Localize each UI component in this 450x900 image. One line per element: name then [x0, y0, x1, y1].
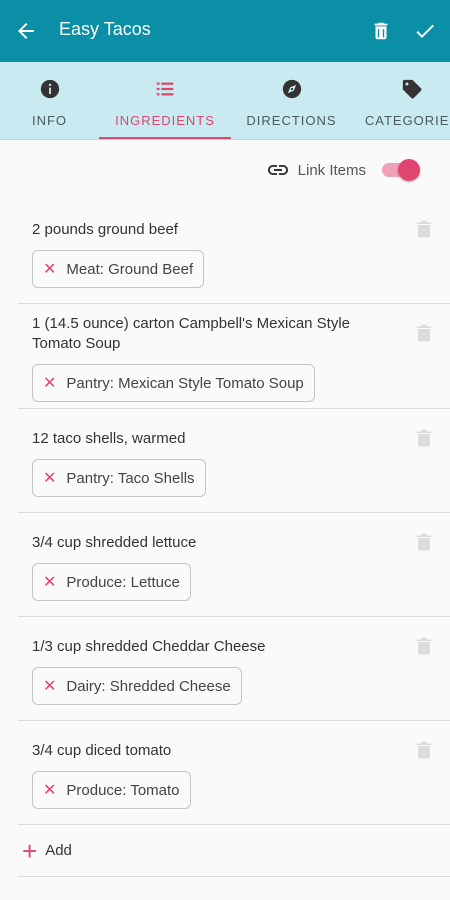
ingredient-row[interactable]: 1 (14.5 ounce) carton Campbell's Mexican…	[18, 304, 450, 409]
ingredient-list: 2 pounds ground beef ✕ Meat: Ground Beef…	[18, 200, 450, 825]
tab-bar: INFO INGREDIENTS DIRECTIONS CATEGORIES	[0, 62, 450, 140]
toggle-knob	[398, 159, 420, 181]
linked-item-label: Produce: Tomato	[66, 781, 180, 799]
info-icon	[40, 79, 59, 99]
linked-item-chip[interactable]: ✕ Meat: Ground Beef	[32, 250, 205, 288]
compass-icon	[282, 79, 301, 99]
ingredient-text[interactable]: 1/3 cup shredded Cheddar Cheese	[18, 617, 450, 657]
ingredient-text[interactable]: 1 (14.5 ounce) carton Campbell's Mexican…	[18, 304, 450, 354]
tab-ingredients-label: INGREDIENTS	[115, 113, 215, 128]
delete-ingredient-icon[interactable]	[416, 741, 432, 759]
tab-ingredients[interactable]: INGREDIENTS	[99, 62, 231, 139]
linked-item-chip[interactable]: ✕ Produce: Lettuce	[32, 563, 191, 601]
linked-item-label: Pantry: Taco Shells	[66, 469, 195, 487]
ingredient-row[interactable]: 1/3 cup shredded Cheddar Cheese ✕ Dairy:…	[18, 617, 450, 721]
delete-ingredient-icon[interactable]	[416, 429, 432, 447]
remove-link-icon[interactable]: ✕	[43, 373, 56, 393]
active-tab-indicator	[99, 137, 231, 139]
link-items-row: Link Items	[266, 158, 420, 182]
tab-info[interactable]: INFO	[0, 62, 99, 139]
remove-link-icon[interactable]: ✕	[43, 676, 56, 696]
tab-categories-label: CATEGORIES	[364, 113, 450, 128]
linked-item-chip[interactable]: ✕ Pantry: Taco Shells	[32, 459, 206, 497]
delete-ingredient-icon[interactable]	[416, 533, 432, 551]
list-icon	[156, 82, 174, 96]
ingredient-row[interactable]: 3/4 cup diced tomato ✕ Produce: Tomato	[18, 721, 450, 825]
linked-item-label: Dairy: Shredded Cheese	[66, 677, 231, 695]
linked-item-label: Meat: Ground Beef	[66, 260, 194, 278]
tags-icon	[402, 79, 422, 99]
link-items-label: Link Items	[297, 161, 366, 179]
ingredient-text[interactable]: 2 pounds ground beef	[18, 200, 450, 240]
tab-directions-label: DIRECTIONS	[246, 113, 337, 128]
ingredient-text[interactable]: 3/4 cup shredded lettuce	[18, 513, 450, 553]
remove-link-icon[interactable]: ✕	[43, 780, 56, 800]
delete-ingredient-icon[interactable]	[416, 637, 432, 655]
delete-ingredient-icon[interactable]	[416, 220, 432, 238]
linked-item-label: Produce: Lettuce	[66, 573, 180, 591]
ingredient-row[interactable]: 2 pounds ground beef ✕ Meat: Ground Beef	[18, 200, 450, 304]
link-items-toggle[interactable]	[380, 158, 420, 182]
ingredient-text[interactable]: 3/4 cup diced tomato	[18, 721, 450, 761]
remove-link-icon[interactable]: ✕	[43, 259, 56, 279]
delete-ingredient-icon[interactable]	[416, 324, 432, 342]
tab-info-label: INFO	[31, 113, 68, 128]
linked-item-chip[interactable]: ✕ Dairy: Shredded Cheese	[32, 667, 242, 705]
linked-item-chip[interactable]: ✕ Pantry: Mexican Style Tomato Soup	[32, 364, 315, 402]
linked-item-chip[interactable]: ✕ Produce: Tomato	[32, 771, 191, 809]
add-ingredient-button[interactable]: + Add	[18, 825, 450, 877]
ingredient-text[interactable]: 12 taco shells, warmed	[18, 409, 450, 449]
ingredient-row[interactable]: 12 taco shells, warmed ✕ Pantry: Taco Sh…	[18, 409, 450, 513]
plus-icon: +	[22, 835, 38, 866]
linked-item-label: Pantry: Mexican Style Tomato Soup	[66, 374, 304, 392]
ingredient-row[interactable]: 3/4 cup shredded lettuce ✕ Produce: Lett…	[18, 513, 450, 617]
remove-link-icon[interactable]: ✕	[43, 468, 56, 488]
tab-directions[interactable]: DIRECTIONS	[231, 62, 352, 139]
back-arrow-icon[interactable]	[14, 19, 38, 43]
app-bar: Easy Tacos	[0, 0, 450, 62]
remove-link-icon[interactable]: ✕	[43, 572, 56, 592]
delete-icon[interactable]	[370, 19, 392, 43]
add-label: Add	[45, 842, 72, 859]
tab-categories[interactable]: CATEGORIES	[352, 62, 450, 139]
link-icon	[267, 165, 288, 175]
page-title: Easy Tacos	[59, 19, 151, 39]
save-check-icon[interactable]	[413, 19, 437, 43]
